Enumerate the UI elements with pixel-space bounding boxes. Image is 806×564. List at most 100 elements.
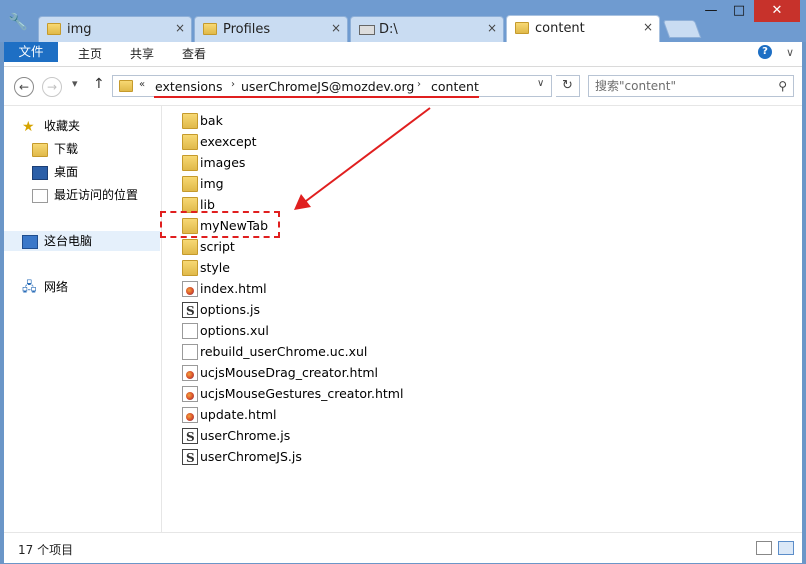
overflow-icon[interactable]: « <box>139 79 145 90</box>
html-file-icon <box>182 365 198 381</box>
document-icon <box>182 323 198 339</box>
file-name: rebuild_userChrome.uc.xul <box>200 344 368 359</box>
file-name: bak <box>200 113 223 128</box>
folder-icon <box>182 260 198 276</box>
sidebar-item-label: 收藏夹 <box>44 119 81 133</box>
folder-icon <box>47 23 61 35</box>
file-name: update.html <box>200 407 277 422</box>
ribbon-expand-icon[interactable]: ∨ <box>786 46 794 59</box>
sidebar-item-desktop[interactable]: 桌面 <box>32 162 78 182</box>
sidebar-item-this-pc[interactable]: 这台电脑 <box>4 231 160 251</box>
file-name: images <box>200 155 246 170</box>
script-file-icon <box>182 301 198 321</box>
title-bar: 🔧 img × Profiles × D:\ × content × — □ ✕ <box>0 0 806 42</box>
search-box: ⚲ <box>588 75 794 97</box>
file-name: index.html <box>200 281 267 296</box>
annotation-highlight-box <box>160 211 280 238</box>
ribbon-tab-file[interactable]: 文件 <box>4 42 58 62</box>
tab-label: D:\ <box>379 22 398 37</box>
ribbon: 文件 主页 共享 查看 ∨ ? <box>4 42 802 67</box>
back-button[interactable]: ← <box>14 77 34 97</box>
file-name: exexcept <box>200 134 257 149</box>
folder-icon <box>182 113 198 129</box>
details-view-icon[interactable] <box>756 541 772 555</box>
sidebar-item-label: 这台电脑 <box>44 234 93 248</box>
breadcrumb-content[interactable]: content <box>431 79 479 94</box>
wrench-icon[interactable]: 🔧 <box>8 12 28 32</box>
sidebar-item-network[interactable]: 🖧 网络 <box>22 277 68 297</box>
search-icon[interactable]: ⚲ <box>778 79 787 93</box>
navigation-pane: ★ 收藏夹 下载 桌面 最近访问的位置 这台电脑 🖧 网络 <box>4 106 162 533</box>
file-name: ucjsMouseGestures_creator.html <box>200 386 404 401</box>
tab-label: Profiles <box>223 22 271 37</box>
file-name: script <box>200 239 235 254</box>
file-name: userChrome.js <box>200 428 291 443</box>
file-name: style <box>200 260 230 275</box>
sidebar-item-label: 桌面 <box>54 165 79 179</box>
status-bar: 17 个项目 <box>4 532 802 563</box>
explorer-body: ★ 收藏夹 下载 桌面 最近访问的位置 这台电脑 🖧 网络 bak exexcept i… <box>4 105 802 533</box>
address-dropdown-icon[interactable]: ∨ <box>537 78 544 89</box>
folder-icon <box>182 239 198 255</box>
star-icon: ★ <box>22 118 35 135</box>
tab-close-icon[interactable]: × <box>175 21 185 35</box>
sidebar-item-label: 最近访问的位置 <box>54 188 139 202</box>
help-icon[interactable]: ? <box>758 45 772 59</box>
document-icon <box>182 344 198 360</box>
script-file-icon <box>182 448 198 468</box>
file-name: img <box>200 176 224 191</box>
file-name: options.xul <box>200 323 269 338</box>
tab-img[interactable]: img × <box>38 16 192 42</box>
tab-profiles[interactable]: Profiles × <box>194 16 348 42</box>
maximize-button[interactable]: □ <box>726 0 752 22</box>
desktop-icon <box>32 165 48 180</box>
tab-content[interactable]: content × <box>506 15 660 42</box>
breadcrumb-userchromejs[interactable]: userChromeJS@mozdev.org <box>241 79 414 94</box>
tab-drive-d[interactable]: D:\ × <box>350 16 504 42</box>
large-icons-view-icon[interactable] <box>778 541 794 555</box>
folder-icon <box>119 80 133 92</box>
file-name: options.js <box>200 302 260 317</box>
file-name: ucjsMouseDrag_creator.html <box>200 365 379 380</box>
address-bar-row: ← → ▾ ↑ « extensions › userChromeJS@mozd… <box>4 67 802 105</box>
tab-label: img <box>67 22 92 37</box>
html-file-icon <box>182 407 198 423</box>
new-tab-button[interactable] <box>662 20 702 38</box>
script-file-icon <box>182 427 198 447</box>
search-input[interactable] <box>595 78 765 94</box>
drive-icon <box>359 25 375 35</box>
tab-close-icon[interactable]: × <box>331 21 341 35</box>
folder-icon <box>182 134 198 150</box>
address-bar[interactable]: « extensions › userChromeJS@mozdev.org ›… <box>112 75 552 97</box>
ribbon-tab-view[interactable]: 查看 <box>178 42 210 66</box>
recent-locations-icon[interactable]: ▾ <box>72 77 78 90</box>
sidebar-item-downloads[interactable]: 下载 <box>32 139 78 159</box>
ribbon-tab-home[interactable]: 主页 <box>74 42 106 66</box>
folder-icon <box>203 23 217 35</box>
annotation-underline <box>154 96 479 98</box>
up-button[interactable]: ↑ <box>93 76 105 92</box>
folder-icon <box>515 22 529 34</box>
breadcrumb-extensions[interactable]: extensions <box>155 79 222 94</box>
recent-places-icon <box>32 188 48 203</box>
html-file-icon <box>182 386 198 402</box>
tab-label: content <box>535 21 585 36</box>
sidebar-item-recent[interactable]: 最近访问的位置 <box>32 185 138 205</box>
forward-button[interactable]: → <box>42 77 62 97</box>
breadcrumb-separator-icon[interactable]: › <box>231 79 235 90</box>
sidebar-item-favorites[interactable]: ★ 收藏夹 <box>22 116 80 136</box>
tab-close-icon[interactable]: × <box>643 20 653 34</box>
minimize-button[interactable]: — <box>698 0 724 22</box>
folder-icon <box>182 176 198 192</box>
tab-close-icon[interactable]: × <box>487 21 497 35</box>
folder-icon <box>182 155 198 171</box>
close-button[interactable]: ✕ <box>754 0 800 22</box>
refresh-button[interactable]: ↻ <box>556 75 580 97</box>
file-name: userChromeJS.js <box>200 449 302 464</box>
ribbon-tab-share[interactable]: 共享 <box>126 42 158 66</box>
item-count: 17 个项目 <box>18 543 74 557</box>
computer-icon <box>22 234 38 249</box>
download-folder-icon <box>32 142 48 157</box>
html-file-icon <box>182 281 198 297</box>
breadcrumb-separator-icon[interactable]: › <box>417 79 421 90</box>
